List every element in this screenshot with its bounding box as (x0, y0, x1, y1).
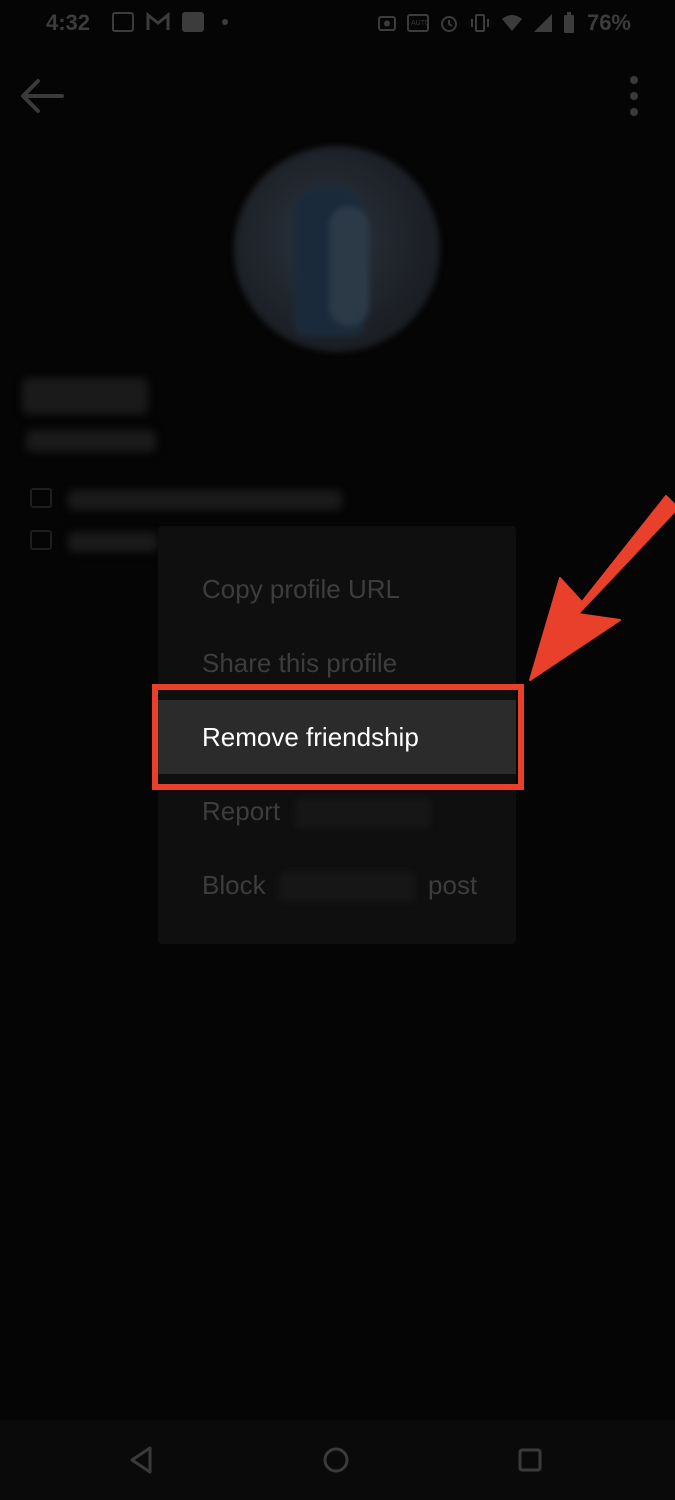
image-icon (112, 12, 134, 32)
menu-item-label-suffix: post (428, 870, 478, 900)
alarm-icon (441, 16, 457, 32)
recents-square-icon[interactable] (510, 1440, 550, 1480)
battery-percent: 76% (586, 10, 631, 35)
status-left-icons (112, 12, 228, 32)
highlight-box (152, 684, 524, 790)
menu-item-label-prefix: Block (202, 870, 266, 900)
redacted-username (278, 872, 415, 903)
screenshot-icon (378, 16, 396, 31)
arrow-left-icon[interactable] (18, 76, 64, 116)
back-triangle-icon[interactable] (122, 1440, 162, 1480)
avatar (234, 146, 440, 352)
calendar-icon (30, 488, 52, 508)
red-arrow-icon (529, 495, 675, 681)
friends-icon (30, 530, 52, 550)
menu-item-label: Copy profile URL (202, 574, 400, 604)
linkedin-icon (182, 12, 204, 32)
signal-icon (534, 14, 552, 32)
auto-brightness-icon: AUTO (407, 14, 429, 32)
status-bar: 4:32 AUTO 76% (0, 0, 675, 48)
home-circle-icon[interactable] (316, 1440, 356, 1480)
vibrate-icon (471, 14, 489, 32)
nav-bar (0, 1420, 675, 1500)
gmail-icon (146, 12, 170, 30)
battery-icon (564, 12, 574, 33)
redacted-username (295, 798, 432, 829)
menu-item-copy-profile-url[interactable]: Copy profile URL (158, 552, 516, 626)
wifi-icon (502, 15, 522, 31)
menu-item-label: Report (202, 796, 281, 826)
status-time: 4:32 (46, 10, 91, 35)
joined-date-redacted (68, 490, 342, 510)
more-vert-icon[interactable] (620, 74, 648, 118)
menu-item-label: Share this profile (202, 648, 398, 678)
dot-icon (222, 19, 228, 25)
friends-info-redacted (68, 532, 158, 552)
menu-item-block[interactable]: Block post (158, 848, 516, 922)
status-right-icons: AUTO (377, 12, 575, 34)
svg-text:AUTO: AUTO (411, 20, 429, 27)
profile-name-redacted (22, 378, 148, 414)
profile-handle-redacted (26, 430, 156, 452)
